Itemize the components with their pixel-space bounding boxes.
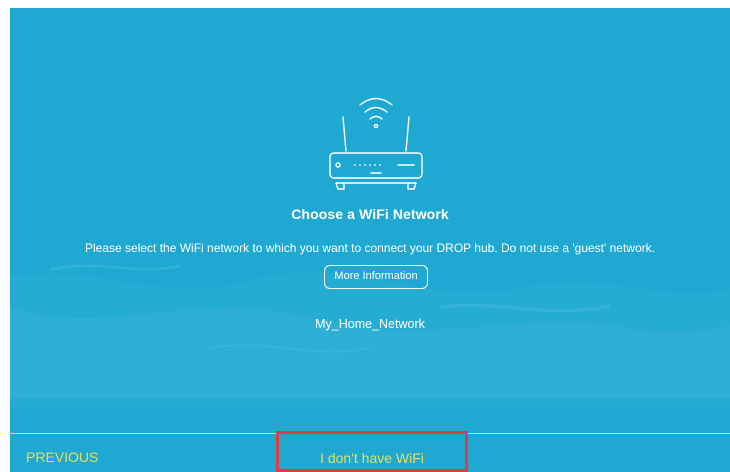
network-item[interactable]: My_Home_Network: [10, 317, 730, 331]
setup-screen: Choose a WiFi Network Please select the …: [10, 8, 730, 472]
wifi-router-icon: [329, 97, 423, 190]
instructions-text: Please select the WiFi network to which …: [85, 241, 655, 255]
water-background: [10, 264, 730, 408]
page-title: Choose a WiFi Network: [291, 206, 449, 222]
more-information-button[interactable]: More Information: [324, 265, 428, 289]
previous-button[interactable]: PREVIOUS: [26, 449, 98, 465]
no-wifi-button[interactable]: I don't have WiFi: [276, 431, 468, 472]
